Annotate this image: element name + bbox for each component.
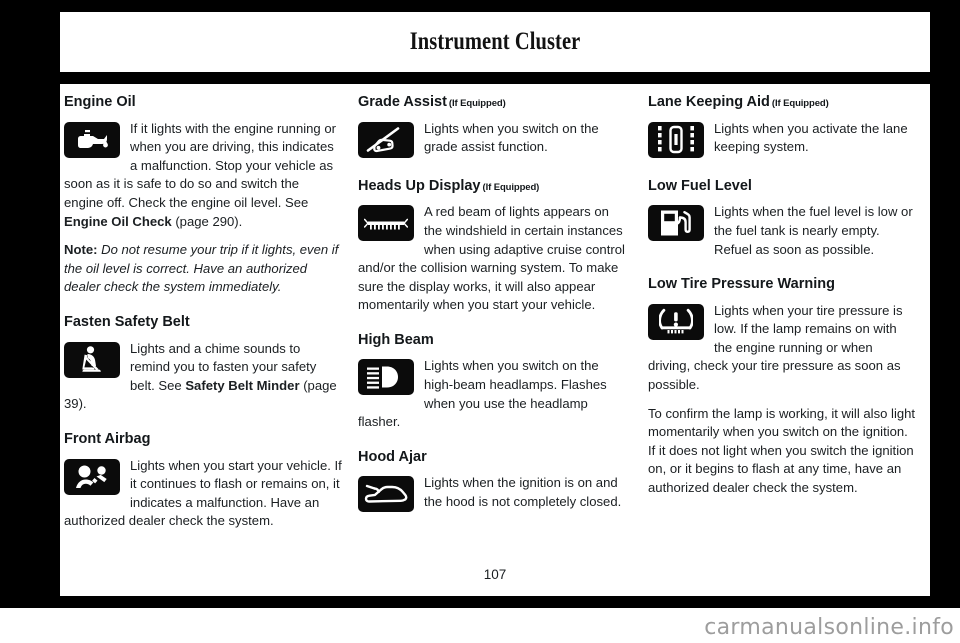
section-lane-keeping-aid: Lane Keeping Aid (If Equipped) Lights whe… (648, 94, 918, 161)
grade-assist-icon (358, 121, 414, 158)
section-front-airbag: Front Airbag Lights when you start your … (64, 431, 342, 531)
tire-pressure-icon (648, 303, 704, 340)
text-run: Safety Belt Minder (185, 377, 300, 393)
page-number: 107 (483, 567, 507, 582)
page-border-bottom (0, 596, 960, 608)
section-title-text: Engine Oil (64, 94, 136, 110)
page-sheet: Instrument Cluster Engine Oil If it ligh… (60, 12, 930, 596)
section-title-front-airbag: Front Airbag (64, 431, 342, 448)
column-left: Engine Oil If it lights with the engine … (64, 94, 352, 554)
section-title-text: Lane Keeping Aid (648, 94, 770, 110)
page-border-right (930, 0, 960, 608)
section-body-low-fuel-level: Lights when the fuel level is low or the… (648, 203, 918, 259)
front-airbag-icon (64, 458, 120, 495)
text-run: Note: (64, 242, 98, 258)
page-header: Instrument Cluster (60, 12, 930, 72)
heads-up-display-icon (358, 205, 414, 242)
header-divider (60, 72, 930, 84)
text-run: Lights when the ignition is on and the h… (424, 475, 622, 510)
section-body-lane-keeping-aid: Lights when you activate the lane keepin… (648, 120, 918, 161)
text-run: Lights when you switch on the grade assi… (424, 120, 599, 155)
text-run: (page 290). (171, 213, 243, 229)
text-run: Lights when the fuel level is low or the… (714, 204, 913, 257)
section-body-fasten-safety-belt: Lights and a chime sounds to remind you … (64, 340, 342, 414)
section-body-low-tire-pressure-warning: Lights when your tire pressure is low. I… (648, 302, 918, 498)
section-title-hood-ajar: Hood Ajar (358, 449, 630, 466)
section-title-grade-assist: Grade Assist (If Equipped) (358, 94, 630, 111)
content-columns: Engine Oil If it lights with the engine … (64, 94, 930, 554)
lane-keeping-aid-icon (648, 121, 704, 158)
section-heads-up-display: Heads Up Display (If Equipped) A red beam… (358, 178, 630, 315)
page-border-left (0, 0, 60, 608)
watermark-strip: carmanualsonline.info (0, 608, 960, 643)
section-grade-assist: Grade Assist (If Equipped) Lights when yo… (358, 94, 630, 161)
section-title-text: Heads Up Display (358, 177, 481, 194)
text-run: Engine Oil Check (64, 213, 172, 229)
section-high-beam: High Beam Lights when you switch on the … (358, 332, 630, 432)
paragraph-low-tire-pressure-confirm: To confirm the lamp is working, it will … (648, 405, 918, 498)
section-hood-ajar: Hood Ajar Lights when the ignition is on… (358, 449, 630, 516)
section-body-hood-ajar: Lights when the ignition is on and the h… (358, 474, 630, 515)
section-title-text: High Beam (358, 331, 434, 348)
section-title-high-beam: High Beam (358, 332, 630, 349)
section-low-fuel-level: Low Fuel Level Lights when the fuel leve… (648, 178, 918, 259)
if-equipped-label: (If Equipped) (771, 98, 829, 109)
section-title-text: Grade Assist (358, 94, 447, 110)
seat-belt-icon (64, 341, 120, 378)
engine-oil-can-icon (64, 121, 120, 158)
section-title-text: Fasten Safety Belt (64, 313, 190, 330)
text-run: Lights when you activate the lane keepin… (714, 120, 908, 155)
page-title: Instrument Cluster (409, 28, 581, 55)
fuel-pump-icon (648, 205, 704, 242)
section-body-grade-assist: Lights when you switch on the grade assi… (358, 120, 630, 161)
section-body-engine-oil: If it lights with the engine running or … (64, 120, 342, 297)
hood-ajar-icon (358, 476, 414, 513)
watermark-text: carmanualsonline.info (704, 615, 954, 640)
section-title-text: Low Tire Pressure Warning (648, 276, 835, 293)
text-run: Do not resume your trip if it lights, ev… (64, 242, 339, 295)
column-middle: Grade Assist (If Equipped) Lights when yo… (352, 94, 640, 554)
paragraph-engine-oil-note: Note: Do not resume your trip if it ligh… (64, 241, 342, 297)
section-title-engine-oil: Engine Oil (64, 94, 342, 111)
section-title-text: Hood Ajar (358, 448, 427, 465)
text-run: To confirm the lamp is working, it will … (648, 405, 916, 495)
section-low-tire-pressure-warning: Low Tire Pressure Warning Lights when yo… (648, 276, 918, 497)
manual-page: Instrument Cluster Engine Oil If it ligh… (0, 0, 960, 643)
section-fasten-safety-belt: Fasten Safety Belt Lights and a chime so… (64, 314, 342, 414)
section-title-text: Low Fuel Level (648, 177, 752, 194)
section-body-front-airbag: Lights when you start your vehicle. If i… (64, 457, 342, 531)
section-body-high-beam: Lights when you switch on the high-beam … (358, 357, 630, 431)
if-equipped-label: (If Equipped) (482, 181, 540, 193)
if-equipped-label: (If Equipped) (448, 98, 506, 109)
section-title-fasten-safety-belt: Fasten Safety Belt (64, 314, 342, 331)
column-right: Lane Keeping Aid (If Equipped) Lights whe… (640, 94, 928, 554)
section-title-lane-keeping-aid: Lane Keeping Aid (If Equipped) (648, 94, 918, 111)
section-title-text: Front Airbag (64, 430, 151, 447)
section-body-heads-up-display: A red beam of lights appears on the wind… (358, 203, 630, 314)
high-beam-icon (358, 359, 414, 396)
section-title-heads-up-display: Heads Up Display (If Equipped) (358, 178, 630, 195)
section-engine-oil: Engine Oil If it lights with the engine … (64, 94, 342, 297)
section-title-low-fuel-level: Low Fuel Level (648, 178, 918, 195)
page-border-top (0, 0, 960, 12)
section-title-low-tire-pressure-warning: Low Tire Pressure Warning (648, 276, 918, 293)
